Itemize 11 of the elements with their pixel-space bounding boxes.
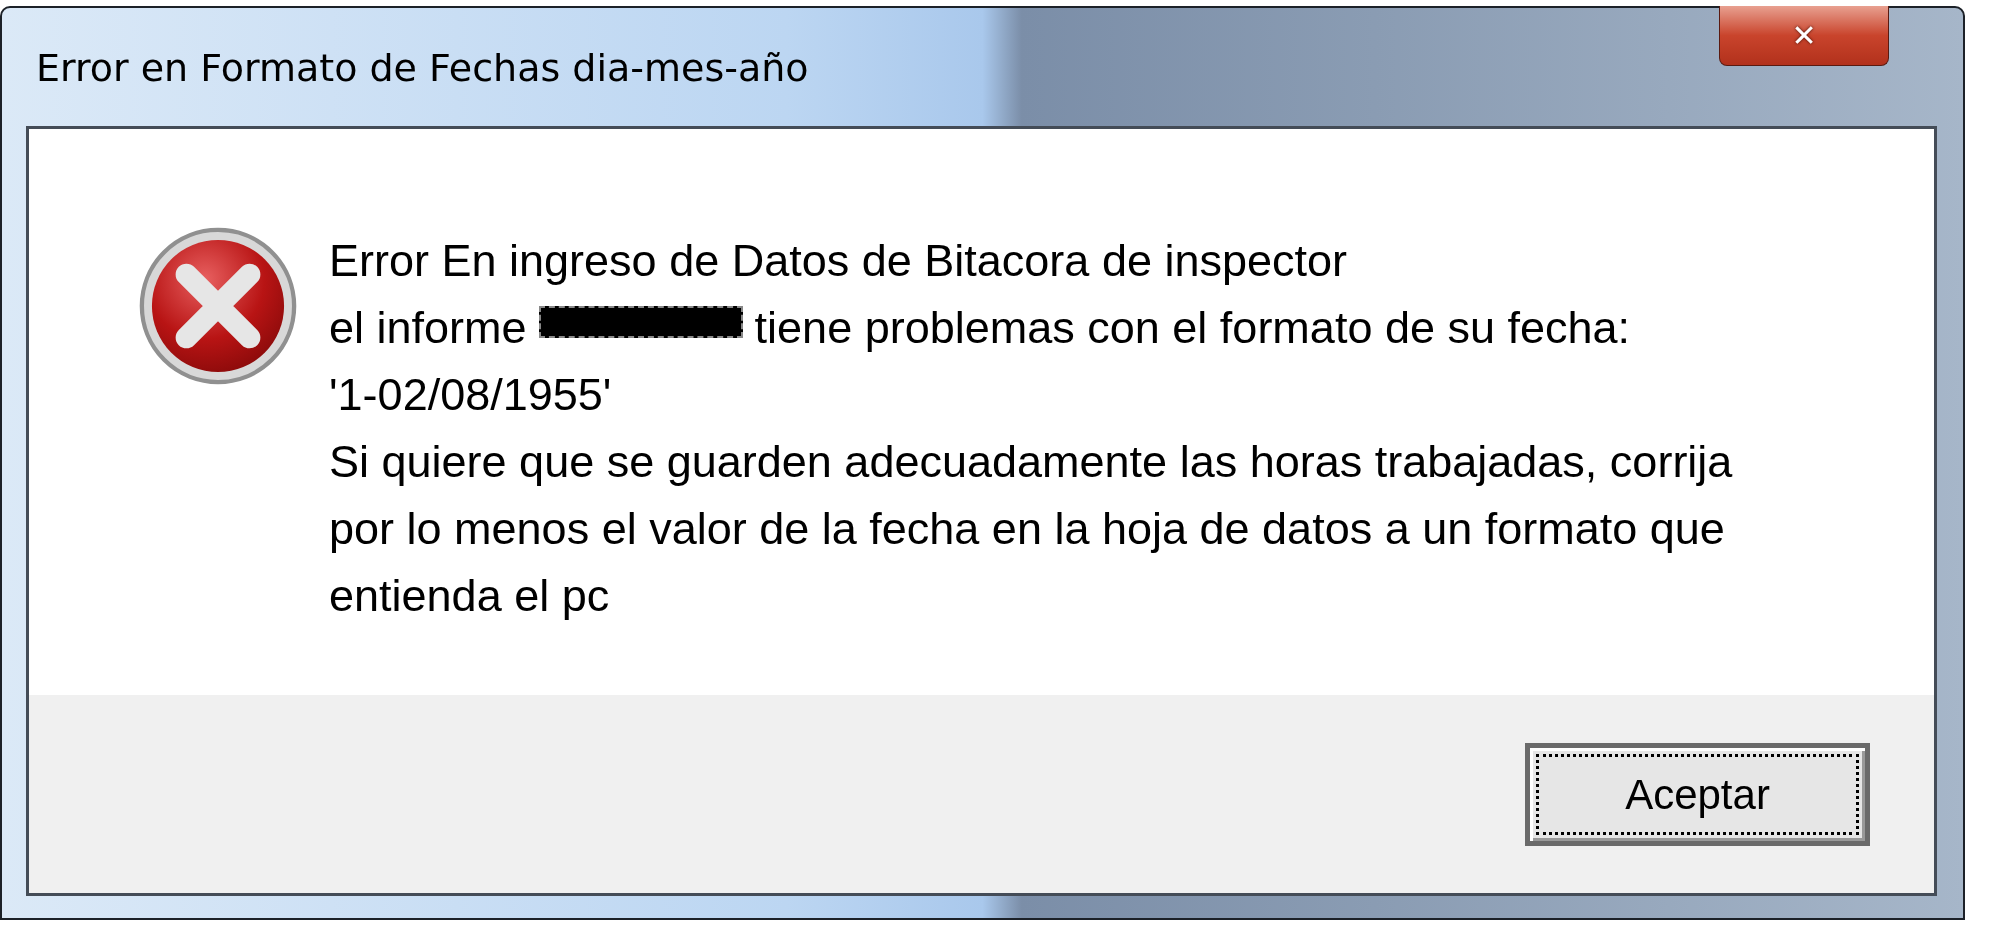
window-title: Error en Formato de Fechas dia-mes-año [36,46,809,90]
message-text: '1-02/08/1955' [329,368,612,421]
message-text: entienda el pc [329,569,610,622]
close-button[interactable]: ✕ [1719,6,1889,66]
message-text: Si quiere que se guarden adecuadamente las horas trabajadas, corrija [329,435,1733,488]
error-icon [139,227,297,385]
message-text: por lo menos el valor de la fecha en la hoja de datos a un formato que [329,502,1725,555]
accept-button[interactable]: Aceptar [1525,743,1870,846]
message-text: el informe [329,301,527,354]
message-text: tiene problemas con el formato de su fecha: [754,301,1631,354]
message-text: Error En ingreso de Datos de Bitacora de inspector [329,234,1348,287]
